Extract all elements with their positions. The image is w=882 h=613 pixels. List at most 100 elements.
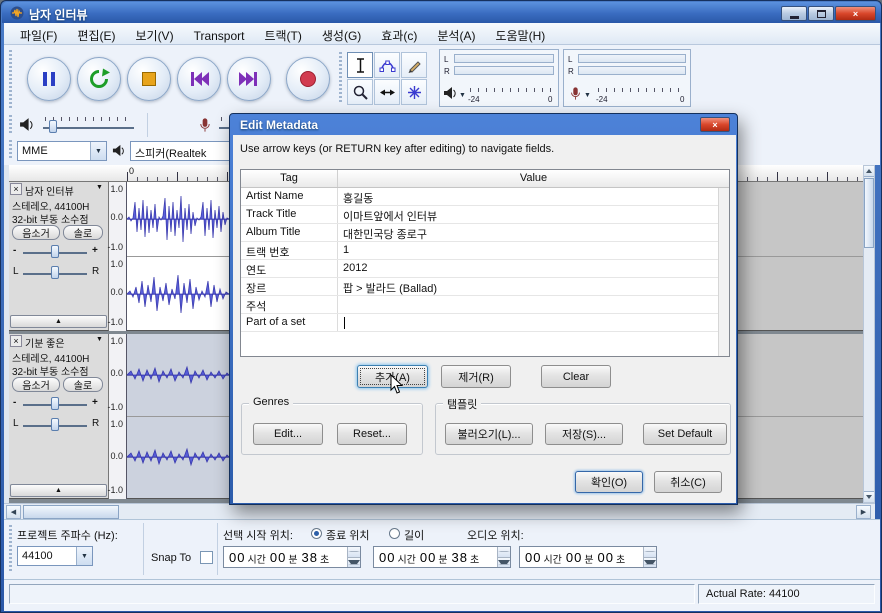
seconds-value[interactable]: 00: [598, 550, 614, 565]
template-load-button[interactable]: 불러오기(L)...: [445, 423, 533, 445]
stop-button[interactable]: [127, 57, 171, 101]
hours-value[interactable]: 00: [525, 550, 541, 565]
scroll-down-button[interactable]: [864, 491, 874, 502]
multi-tool-button[interactable]: [401, 79, 427, 105]
track1-close-button[interactable]: ×: [10, 183, 22, 195]
remove-row-button[interactable]: 제거(R): [441, 365, 511, 388]
scroll-right-button[interactable]: ▶: [856, 505, 871, 519]
time-spinner[interactable]: [643, 547, 656, 567]
genres-edit-button[interactable]: Edit...: [253, 423, 323, 445]
template-save-button[interactable]: 저장(S)...: [545, 423, 623, 445]
track2-menu-icon[interactable]: ▼: [96, 336, 103, 343]
minutes-value[interactable]: 00: [420, 550, 436, 565]
metadata-row[interactable]: 장르 팝 > 발라드 (Ballad): [241, 278, 718, 296]
dialog-titlebar[interactable]: Edit Metadata ×: [230, 114, 737, 135]
metadata-tag-cell[interactable]: Album Title: [241, 224, 338, 241]
selection-end-field[interactable]: 00 시간 00 분 38 초: [373, 546, 511, 568]
combo-arrow-icon[interactable]: ▼: [90, 142, 106, 160]
metadata-tag-cell[interactable]: 연도: [241, 260, 338, 277]
track2-vertical-ruler[interactable]: 1.0 0.0 -1.0 1.0 0.0 -1.0: [107, 334, 127, 499]
metadata-row[interactable]: Album Title 대한민국당 종로구: [241, 224, 718, 242]
menu-item[interactable]: 생성(G): [312, 23, 371, 45]
dialog-close-button[interactable]: ×: [700, 117, 730, 132]
horizontal-scrollbar[interactable]: ◀ ▶: [4, 503, 875, 519]
maximize-button[interactable]: [808, 6, 834, 21]
playback-meter[interactable]: L R ▼ -24 0: [439, 49, 559, 107]
menu-item[interactable]: 트랙(T): [254, 23, 311, 45]
menu-item[interactable]: Transport: [184, 25, 255, 47]
track2-gain-thumb[interactable]: [51, 397, 59, 410]
selection-tool-button[interactable]: [347, 52, 373, 78]
menu-item[interactable]: 효과(c): [371, 23, 427, 45]
meter-dropdown-icon[interactable]: ▼: [584, 92, 591, 99]
metadata-tag-cell[interactable]: Track Title: [241, 206, 338, 223]
metadata-row[interactable]: Track Title 이마트앞에서 인터뷰: [241, 206, 718, 224]
selection-toolbar-gripper[interactable]: [9, 525, 12, 573]
time-spinner[interactable]: [497, 547, 510, 567]
clear-button[interactable]: Clear: [541, 365, 611, 388]
track2-collapse-button[interactable]: ▲: [10, 484, 107, 497]
metadata-row[interactable]: 연도 2012: [241, 260, 718, 278]
vertical-scrollbar[interactable]: [863, 165, 875, 503]
metadata-value-cell[interactable]: 대한민국당 종로구: [338, 224, 718, 241]
track2-solo-button[interactable]: 솔로: [63, 377, 103, 392]
output-volume-thumb[interactable]: [49, 120, 57, 133]
track1-menu-icon[interactable]: ▼: [96, 184, 103, 191]
record-button[interactable]: [286, 57, 330, 101]
titlebar[interactable]: 남자 인터뷰 ×: [2, 2, 881, 23]
pause-button[interactable]: [27, 57, 71, 101]
envelope-tool-button[interactable]: [374, 52, 400, 78]
end-radio[interactable]: [311, 528, 322, 539]
menu-item[interactable]: 파일(F): [10, 23, 67, 45]
metadata-row[interactable]: Part of a set: [241, 314, 718, 332]
genres-reset-button[interactable]: Reset...: [337, 423, 407, 445]
time-spinner[interactable]: [347, 547, 360, 567]
recording-meter[interactable]: L R ▼ -24 0: [563, 49, 691, 107]
metadata-tag-cell[interactable]: 장르: [241, 278, 338, 295]
transport-toolbar-gripper[interactable]: [9, 50, 12, 108]
minutes-value[interactable]: 00: [270, 550, 286, 565]
metadata-value-cell[interactable]: [338, 296, 718, 313]
menu-item[interactable]: 도움말(H): [485, 23, 555, 45]
metadata-row[interactable]: 트랙 번호 1: [241, 242, 718, 260]
track1-pan-thumb[interactable]: [51, 266, 59, 279]
metadata-tag-cell[interactable]: 주석: [241, 296, 338, 313]
skip-to-end-button[interactable]: [227, 57, 271, 101]
zoom-tool-button[interactable]: [347, 79, 373, 105]
selection-start-field[interactable]: 00 시간 00 분 38 초: [223, 546, 361, 568]
menu-item[interactable]: 보기(V): [125, 23, 183, 45]
vertical-scroll-thumb[interactable]: [864, 178, 874, 248]
skip-to-start-button[interactable]: [177, 57, 221, 101]
audio-host-select[interactable]: MME ▼: [17, 141, 107, 161]
metadata-value-cell[interactable]: 홍길동: [338, 188, 718, 205]
combo-arrow-icon[interactable]: ▼: [76, 547, 92, 565]
track1-gain-thumb[interactable]: [51, 245, 59, 258]
meter-dropdown-icon[interactable]: ▼: [459, 92, 466, 99]
hours-value[interactable]: 00: [379, 550, 395, 565]
tools-toolbar-gripper[interactable]: [339, 52, 342, 104]
metadata-tag-cell[interactable]: Part of a set: [241, 314, 338, 331]
length-radio[interactable]: [389, 528, 400, 539]
menu-item[interactable]: 편집(E): [67, 23, 125, 45]
timeshift-tool-button[interactable]: [374, 79, 400, 105]
audio-position-field[interactable]: 00 시간 00 분 00 초: [519, 546, 657, 568]
ok-button[interactable]: 확인(O): [575, 471, 643, 493]
track2-pan-thumb[interactable]: [51, 418, 59, 431]
value-column-header[interactable]: Value: [338, 170, 729, 187]
track1-collapse-button[interactable]: ▲: [10, 315, 107, 328]
hours-value[interactable]: 00: [229, 550, 245, 565]
metadata-tag-cell[interactable]: 트랙 번호: [241, 242, 338, 259]
track1-vertical-ruler[interactable]: 1.0 0.0 -1.0 1.0 0.0 -1.0: [107, 182, 127, 331]
track2-close-button[interactable]: ×: [10, 335, 22, 347]
metadata-value-cell[interactable]: 팝 > 발라드 (Ballad): [338, 278, 718, 295]
metadata-value-cell[interactable]: 1: [338, 242, 718, 259]
output-volume-slider[interactable]: [41, 115, 136, 135]
scroll-up-button[interactable]: [864, 166, 874, 177]
set-default-button[interactable]: Set Default: [643, 423, 727, 445]
metadata-value-cell[interactable]: 2012: [338, 260, 718, 277]
cancel-button[interactable]: 취소(C): [654, 471, 722, 493]
minutes-value[interactable]: 00: [566, 550, 582, 565]
seconds-value[interactable]: 38: [452, 550, 468, 565]
table-scrollbar[interactable]: [718, 188, 729, 356]
horizontal-scroll-thumb[interactable]: [23, 505, 119, 519]
